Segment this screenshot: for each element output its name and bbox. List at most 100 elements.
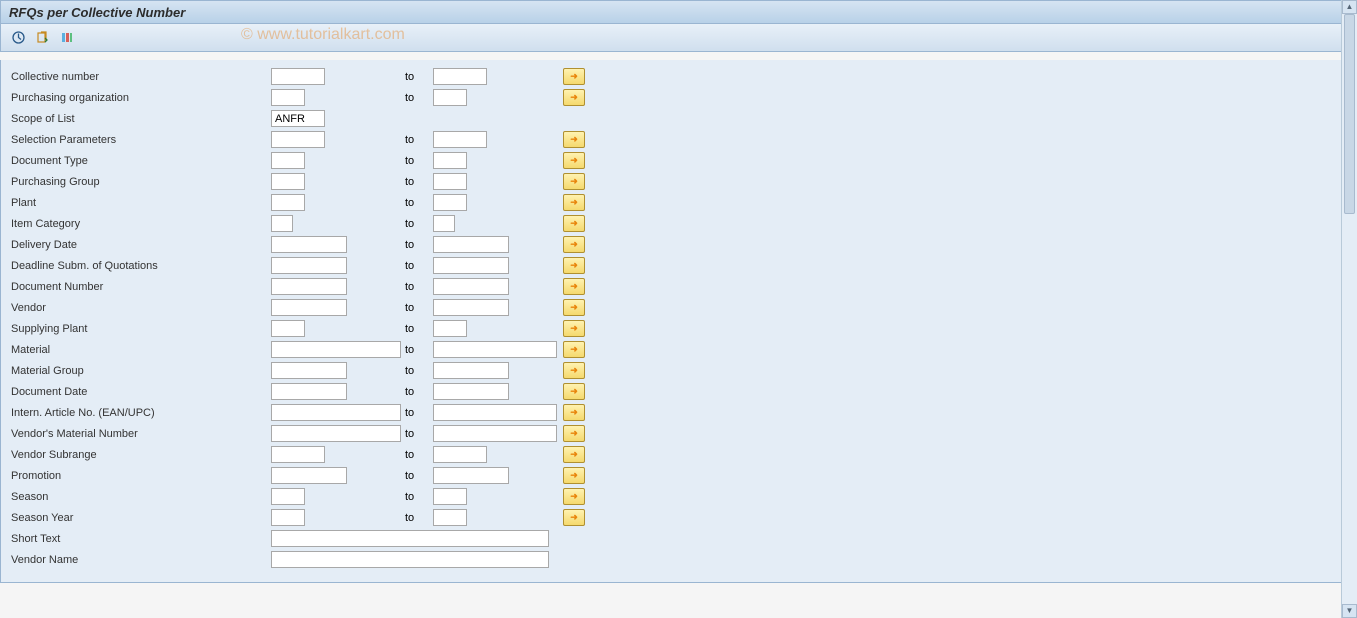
selection-parameters-from[interactable]	[271, 131, 325, 148]
to-label: to	[405, 218, 414, 230]
multi-select-vendor-subrange[interactable]	[563, 446, 585, 463]
multi-select-document-number[interactable]	[563, 278, 585, 295]
delivery-date-to[interactable]	[433, 236, 509, 253]
vendor-material-number-from[interactable]	[271, 425, 401, 442]
multi-select-purchasing-group[interactable]	[563, 173, 585, 190]
vendor-subrange-to[interactable]	[433, 446, 487, 463]
label-material-group: Material Group	[9, 365, 271, 377]
document-number-from[interactable]	[271, 278, 347, 295]
document-date-from[interactable]	[271, 383, 347, 400]
purchasing-group-from[interactable]	[271, 173, 305, 190]
label-material: Material	[9, 344, 271, 356]
document-type-to[interactable]	[433, 152, 467, 169]
label-short-text: Short Text	[9, 533, 271, 545]
to-label: to	[405, 470, 414, 482]
promotion-from[interactable]	[271, 467, 347, 484]
to-label: to	[405, 512, 414, 524]
scroll-down-icon[interactable]: ▼	[1342, 604, 1357, 618]
row-plant: Plant to	[1, 192, 1356, 213]
item-category-from[interactable]	[271, 215, 293, 232]
multi-select-document-type[interactable]	[563, 152, 585, 169]
multi-select-plant[interactable]	[563, 194, 585, 211]
multi-select-material[interactable]	[563, 341, 585, 358]
execute-icon[interactable]	[9, 29, 27, 47]
multi-select-purchasing-org[interactable]	[563, 89, 585, 106]
purchasing-org-from[interactable]	[271, 89, 305, 106]
multi-select-vendor[interactable]	[563, 299, 585, 316]
row-scope-of-list: Scope of List	[1, 108, 1356, 129]
multi-select-delivery-date[interactable]	[563, 236, 585, 253]
vendor-material-number-to[interactable]	[433, 425, 557, 442]
row-intern-article-no: Intern. Article No. (EAN/UPC) to	[1, 402, 1356, 423]
vendor-from[interactable]	[271, 299, 347, 316]
selection-parameters-to[interactable]	[433, 131, 487, 148]
multi-select-promotion[interactable]	[563, 467, 585, 484]
label-collective-number: Collective number	[9, 71, 271, 83]
scroll-thumb[interactable]	[1344, 14, 1355, 214]
vertical-scrollbar[interactable]: ▲ ▼	[1341, 0, 1357, 618]
vendor-to[interactable]	[433, 299, 509, 316]
row-document-type: Document Type to	[1, 150, 1356, 171]
promotion-to[interactable]	[433, 467, 509, 484]
multi-select-intern-article-no[interactable]	[563, 404, 585, 421]
row-selection-parameters: Selection Parameters to	[1, 129, 1356, 150]
intern-article-no-to[interactable]	[433, 404, 557, 421]
label-promotion: Promotion	[9, 470, 271, 482]
label-document-type: Document Type	[9, 155, 271, 167]
multi-select-season[interactable]	[563, 488, 585, 505]
to-label: to	[405, 134, 414, 146]
row-vendor-material-number: Vendor's Material Number to	[1, 423, 1356, 444]
purchasing-org-to[interactable]	[433, 89, 467, 106]
to-label: to	[405, 281, 414, 293]
material-group-to[interactable]	[433, 362, 509, 379]
row-vendor-name: Vendor Name	[1, 549, 1356, 570]
multi-select-selection-parameters[interactable]	[563, 131, 585, 148]
vendor-name-input[interactable]	[271, 551, 549, 568]
short-text-input[interactable]	[271, 530, 549, 547]
multi-select-item-category[interactable]	[563, 215, 585, 232]
supplying-plant-to[interactable]	[433, 320, 467, 337]
intern-article-no-from[interactable]	[271, 404, 401, 421]
season-from[interactable]	[271, 488, 305, 505]
plant-from[interactable]	[271, 194, 305, 211]
document-number-to[interactable]	[433, 278, 509, 295]
scroll-up-icon[interactable]: ▲	[1342, 0, 1357, 14]
row-short-text: Short Text	[1, 528, 1356, 549]
multi-select-supplying-plant[interactable]	[563, 320, 585, 337]
get-variant-icon[interactable]	[33, 29, 51, 47]
label-purchasing-group: Purchasing Group	[9, 176, 271, 188]
material-from[interactable]	[271, 341, 401, 358]
scope-of-list-input[interactable]	[271, 110, 325, 127]
material-to[interactable]	[433, 341, 557, 358]
document-type-from[interactable]	[271, 152, 305, 169]
collective-number-to[interactable]	[433, 68, 487, 85]
multi-select-document-date[interactable]	[563, 383, 585, 400]
label-supplying-plant: Supplying Plant	[9, 323, 271, 335]
to-label: to	[405, 344, 414, 356]
to-label: to	[405, 491, 414, 503]
to-label: to	[405, 323, 414, 335]
vendor-subrange-from[interactable]	[271, 446, 325, 463]
multi-select-collective-number[interactable]	[563, 68, 585, 85]
material-group-from[interactable]	[271, 362, 347, 379]
purchasing-group-to[interactable]	[433, 173, 467, 190]
multi-select-material-group[interactable]	[563, 362, 585, 379]
label-item-category: Item Category	[9, 218, 271, 230]
season-to[interactable]	[433, 488, 467, 505]
season-year-to[interactable]	[433, 509, 467, 526]
item-category-to[interactable]	[433, 215, 455, 232]
collective-number-from[interactable]	[271, 68, 325, 85]
document-date-to[interactable]	[433, 383, 509, 400]
row-collective-number: Collective number to	[1, 66, 1356, 87]
season-year-from[interactable]	[271, 509, 305, 526]
deadline-subm-from[interactable]	[271, 257, 347, 274]
plant-to[interactable]	[433, 194, 467, 211]
multi-select-vendor-material-number[interactable]	[563, 425, 585, 442]
delivery-date-from[interactable]	[271, 236, 347, 253]
options-icon[interactable]	[57, 29, 75, 47]
supplying-plant-from[interactable]	[271, 320, 305, 337]
deadline-subm-to[interactable]	[433, 257, 509, 274]
multi-select-season-year[interactable]	[563, 509, 585, 526]
multi-select-deadline-subm[interactable]	[563, 257, 585, 274]
label-vendor-material-number: Vendor's Material Number	[9, 428, 271, 440]
